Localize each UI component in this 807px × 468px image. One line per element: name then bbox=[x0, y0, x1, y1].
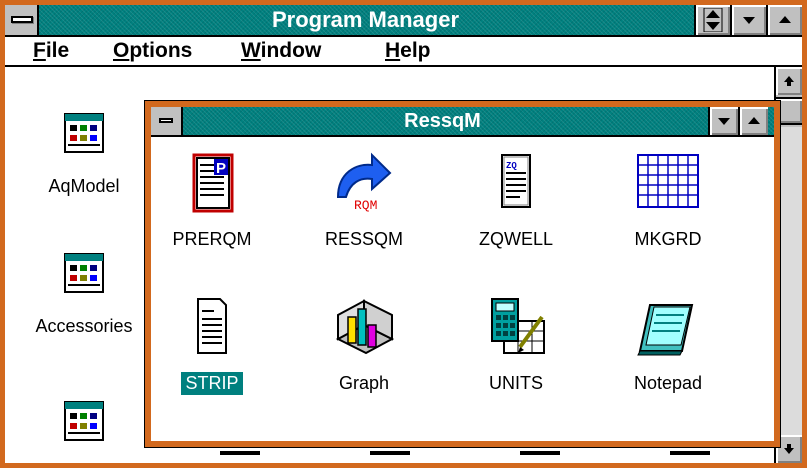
menu-bar: File Options Window Help bbox=[5, 37, 802, 67]
window-title: Program Manager bbox=[271, 7, 460, 32]
program-notepad[interactable]: Notepad bbox=[603, 295, 733, 395]
child-system-menu-button[interactable] bbox=[151, 107, 183, 135]
maximize-icon bbox=[779, 16, 791, 23]
child-window-body: P PRERQM RQM RESSQM ZQ ZQWELL MKGRD STRI… bbox=[151, 137, 774, 441]
group-label: Accessories bbox=[35, 316, 133, 336]
program-prerqm[interactable]: P PRERQM bbox=[147, 151, 277, 251]
program-label: UNITS bbox=[489, 373, 543, 393]
group-icon-third[interactable] bbox=[29, 401, 139, 463]
minimize-icon bbox=[743, 17, 755, 24]
up-arrow-icon bbox=[784, 76, 794, 86]
child-title-bar[interactable]: RessqM bbox=[151, 107, 774, 137]
group-label: AqModel bbox=[48, 176, 120, 196]
title-bar[interactable]: Program Manager bbox=[5, 5, 802, 37]
group-icon-aqmodel[interactable]: AqModel bbox=[29, 113, 139, 197]
program-units[interactable]: UNITS bbox=[451, 295, 581, 395]
svg-text:RQM: RQM bbox=[354, 198, 377, 213]
minimize-icon bbox=[718, 118, 730, 125]
maximize-button[interactable] bbox=[766, 5, 802, 35]
calculator-icon bbox=[491, 298, 545, 354]
program-mkgrd[interactable]: MKGRD bbox=[603, 151, 733, 251]
child-minimize-button[interactable] bbox=[708, 107, 738, 135]
text-document-icon bbox=[197, 298, 227, 354]
scroll-up-button[interactable] bbox=[776, 67, 802, 95]
zqwell-document-icon: ZQ bbox=[501, 154, 531, 208]
restore-button[interactable] bbox=[694, 5, 730, 35]
restore-icon bbox=[703, 8, 723, 32]
program-label: Notepad bbox=[633, 373, 703, 393]
system-menu-button[interactable] bbox=[5, 5, 39, 35]
program-label: STRIP bbox=[181, 372, 243, 395]
program-manager-window: Program Manager File Options Window Help… bbox=[0, 0, 807, 468]
child-maximize-button[interactable] bbox=[738, 107, 768, 135]
down-arrow-icon bbox=[784, 444, 794, 454]
minimize-button[interactable] bbox=[730, 5, 766, 35]
grid-icon bbox=[637, 154, 699, 208]
svg-text:P: P bbox=[216, 160, 226, 177]
svg-text:ZQ: ZQ bbox=[506, 161, 517, 171]
program-label: PRERQM bbox=[172, 229, 252, 249]
program-group-icon bbox=[64, 253, 104, 293]
program-label: Graph bbox=[338, 373, 390, 393]
partial-icon-edge bbox=[220, 451, 260, 455]
prerqm-document-icon: P bbox=[192, 153, 234, 213]
menu-file[interactable]: File bbox=[33, 37, 69, 65]
system-menu-icon bbox=[11, 16, 33, 23]
ressqm-group-window: RessqM P PRERQM RQM RESSQM ZQ ZQWELL MKG… bbox=[144, 100, 781, 448]
menu-options[interactable]: Options bbox=[113, 37, 192, 65]
program-group-icon bbox=[64, 401, 104, 441]
program-graph[interactable]: Graph bbox=[299, 295, 429, 395]
group-icon-accessories[interactable]: Accessories bbox=[29, 253, 139, 337]
menu-window[interactable]: Window bbox=[241, 37, 321, 65]
partial-icon-edge bbox=[670, 451, 710, 455]
maximize-icon bbox=[748, 117, 760, 124]
ressqm-arrow-icon: RQM bbox=[336, 152, 392, 213]
menu-help[interactable]: Help bbox=[385, 37, 431, 65]
program-label: RESSQM bbox=[324, 229, 403, 249]
notepad-icon bbox=[637, 304, 694, 356]
system-menu-icon bbox=[159, 118, 173, 123]
program-ressqm[interactable]: RQM RESSQM bbox=[299, 151, 429, 251]
program-strip[interactable]: STRIP bbox=[147, 295, 277, 395]
program-label: MKGRD bbox=[634, 229, 702, 249]
program-zqwell[interactable]: ZQ ZQWELL bbox=[451, 151, 581, 251]
bar-graph-icon bbox=[335, 299, 395, 355]
program-group-icon bbox=[64, 113, 104, 153]
program-label: ZQWELL bbox=[478, 229, 553, 249]
partial-icon-edge bbox=[520, 451, 560, 455]
child-window-title: RessqM bbox=[404, 110, 481, 132]
partial-icon-edge bbox=[370, 451, 410, 455]
